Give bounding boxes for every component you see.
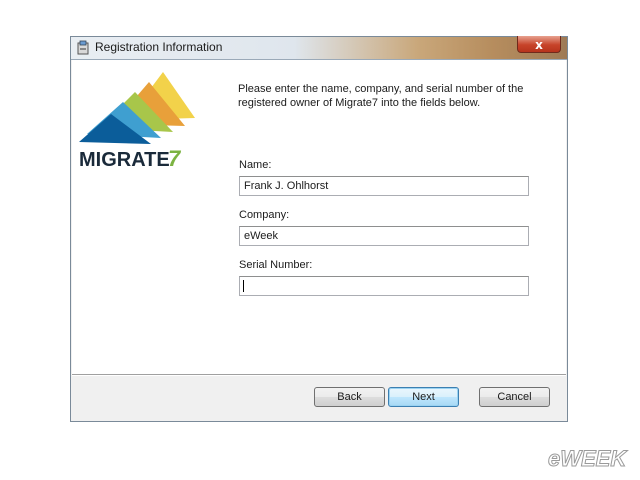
serial-number-field[interactable] bbox=[239, 276, 529, 296]
back-button[interactable]: Back bbox=[314, 387, 385, 407]
svg-text:7: 7 bbox=[168, 146, 182, 170]
logo-wordmark: MIGRATE bbox=[79, 149, 170, 170]
close-icon: x bbox=[535, 38, 543, 52]
watermark-text: eWEEK bbox=[548, 446, 628, 471]
screen: Registration Information x MIGRATE 7 Ple… bbox=[0, 0, 640, 480]
eweek-watermark: eWEEK bbox=[548, 446, 629, 472]
window-title: Registration Information bbox=[95, 40, 223, 54]
name-field[interactable]: Frank J. Ohlhorst bbox=[239, 176, 529, 196]
cancel-button[interactable]: Cancel bbox=[479, 387, 550, 407]
button-separator bbox=[72, 374, 566, 376]
title-bar[interactable]: Registration Information x bbox=[71, 36, 567, 60]
company-label: Company: bbox=[239, 209, 290, 221]
company-field[interactable]: eWeek bbox=[239, 226, 529, 246]
close-button[interactable]: x bbox=[517, 36, 561, 53]
installer-icon bbox=[77, 40, 89, 55]
registration-dialog: Registration Information x MIGRATE 7 Ple… bbox=[70, 36, 568, 422]
migrate7-logo: MIGRATE 7 bbox=[79, 72, 195, 170]
serial-number-label: Serial Number: bbox=[239, 259, 313, 271]
name-label: Name: bbox=[239, 159, 272, 171]
intro-text: Please enter the name, company, and seri… bbox=[238, 83, 524, 109]
text-caret bbox=[243, 280, 244, 292]
next-button[interactable]: Next bbox=[388, 387, 459, 407]
dialog-content: MIGRATE 7 Please enter the name, company… bbox=[72, 60, 566, 374]
